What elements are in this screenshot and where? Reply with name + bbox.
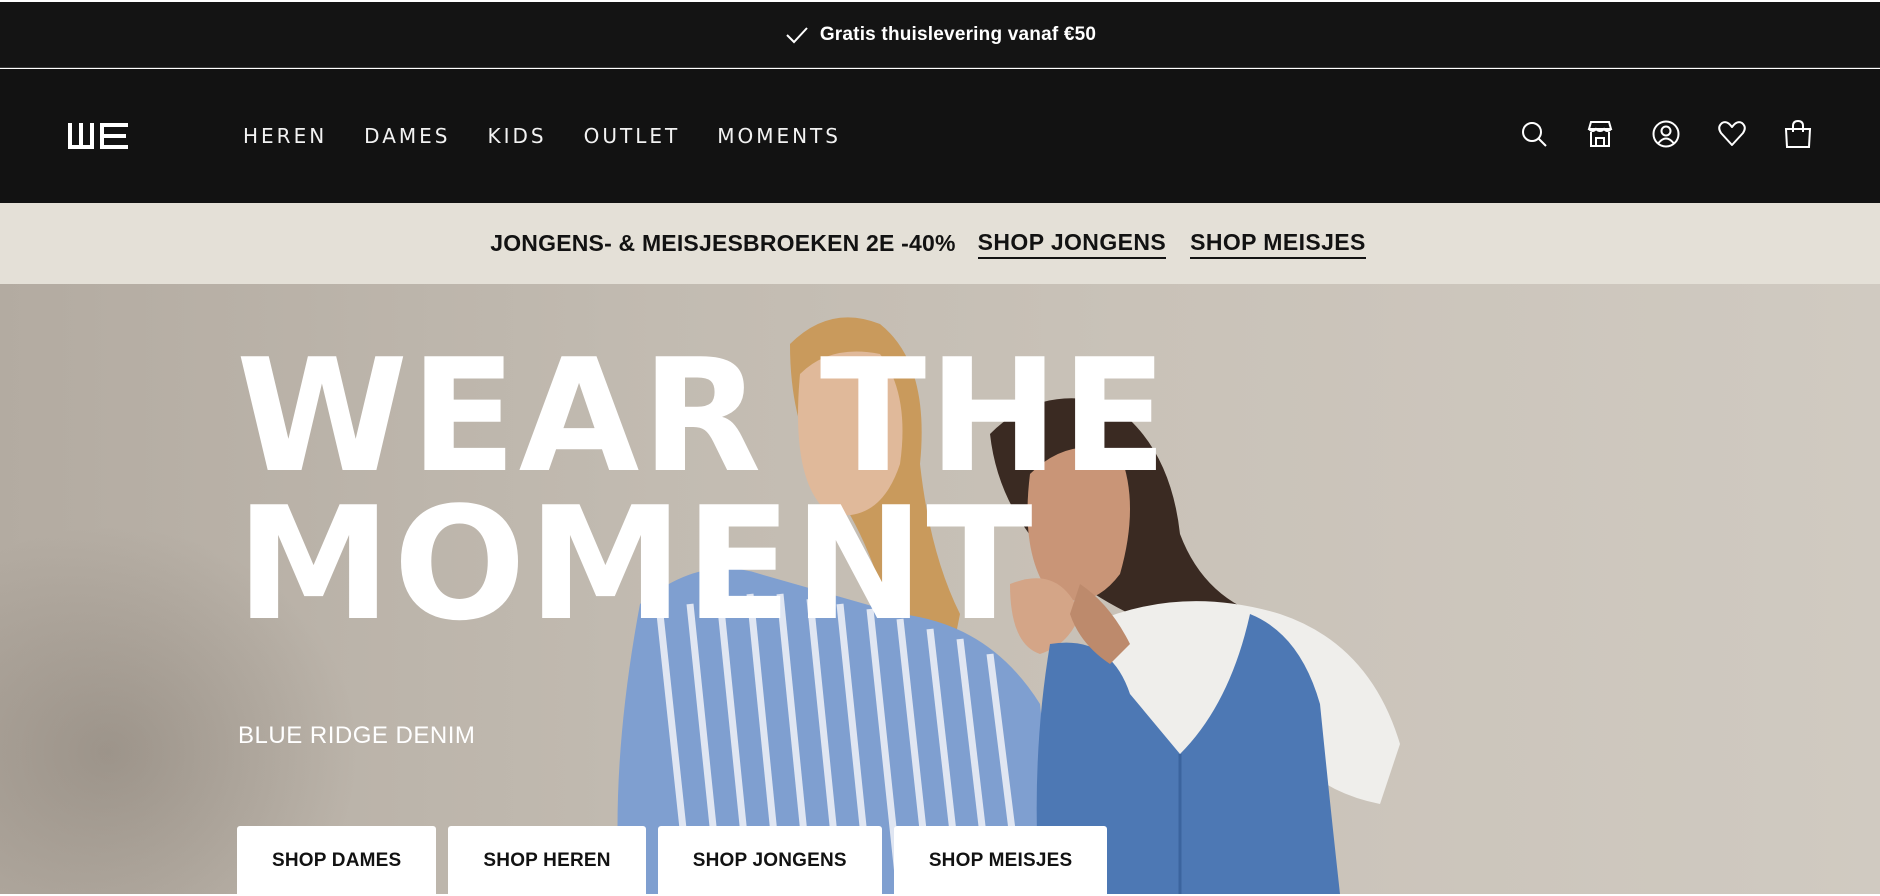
- account-icon[interactable]: [1650, 118, 1682, 150]
- nav-item-moments[interactable]: MOMENTS: [717, 121, 841, 151]
- bag-icon[interactable]: [1782, 118, 1814, 150]
- shipping-notice-bar: Gratis thuislevering vanaf €50: [0, 2, 1880, 68]
- shop-jongens-button[interactable]: SHOP JONGENS: [657, 826, 882, 894]
- shop-heren-button[interactable]: SHOP HEREN: [448, 826, 646, 894]
- nav-item-dames[interactable]: DAMES: [364, 121, 450, 151]
- promo-text: JONGENS- & MEISJESBROEKEN 2E -40%: [490, 230, 956, 256]
- nav-item-heren[interactable]: HEREN: [243, 121, 327, 151]
- promo-link-shop-meisjes[interactable]: SHOP MEISJES: [1190, 229, 1366, 259]
- promo-link-shop-jongens[interactable]: SHOP JONGENS: [977, 229, 1167, 259]
- promo-banner: JONGENS- & MEISJESBROEKEN 2E -40% SHOP J…: [0, 203, 1880, 284]
- wishlist-icon[interactable]: [1716, 118, 1748, 150]
- header-icons: [1518, 118, 1814, 150]
- main-navigation: HEREN DAMES KIDS OUTLET MOMENTS: [243, 121, 878, 151]
- site-header: HEREN DAMES KIDS OUTLET MOMENTS: [0, 69, 1880, 203]
- nav-item-kids[interactable]: KIDS: [488, 121, 547, 151]
- store-icon[interactable]: [1584, 118, 1616, 150]
- shipping-notice-text: Gratis thuislevering vanaf €50: [819, 23, 1097, 45]
- shop-dames-button[interactable]: SHOP DAMES: [237, 826, 437, 894]
- shop-meisjes-button[interactable]: SHOP MEISJES: [893, 826, 1108, 894]
- search-icon[interactable]: [1518, 118, 1550, 150]
- nav-item-outlet[interactable]: OUTLET: [584, 121, 681, 151]
- hero-title: WEAR THE MOMENT: [236, 325, 1170, 655]
- hero-title-line-2: MOMENT: [236, 473, 1035, 655]
- hero-cta-group: SHOP DAMES SHOP HEREN SHOP JONGENS SHOP …: [237, 826, 1108, 894]
- we-logo[interactable]: [68, 121, 130, 151]
- hero-banner: WEAR THE MOMENT BLUE RIDGE DENIM SHOP DA…: [0, 284, 1880, 894]
- hero-subtitle: BLUE RIDGE DENIM: [238, 722, 476, 749]
- checkmark-icon: [784, 24, 810, 46]
- hero-title-line-1: WEAR THE: [236, 325, 1170, 507]
